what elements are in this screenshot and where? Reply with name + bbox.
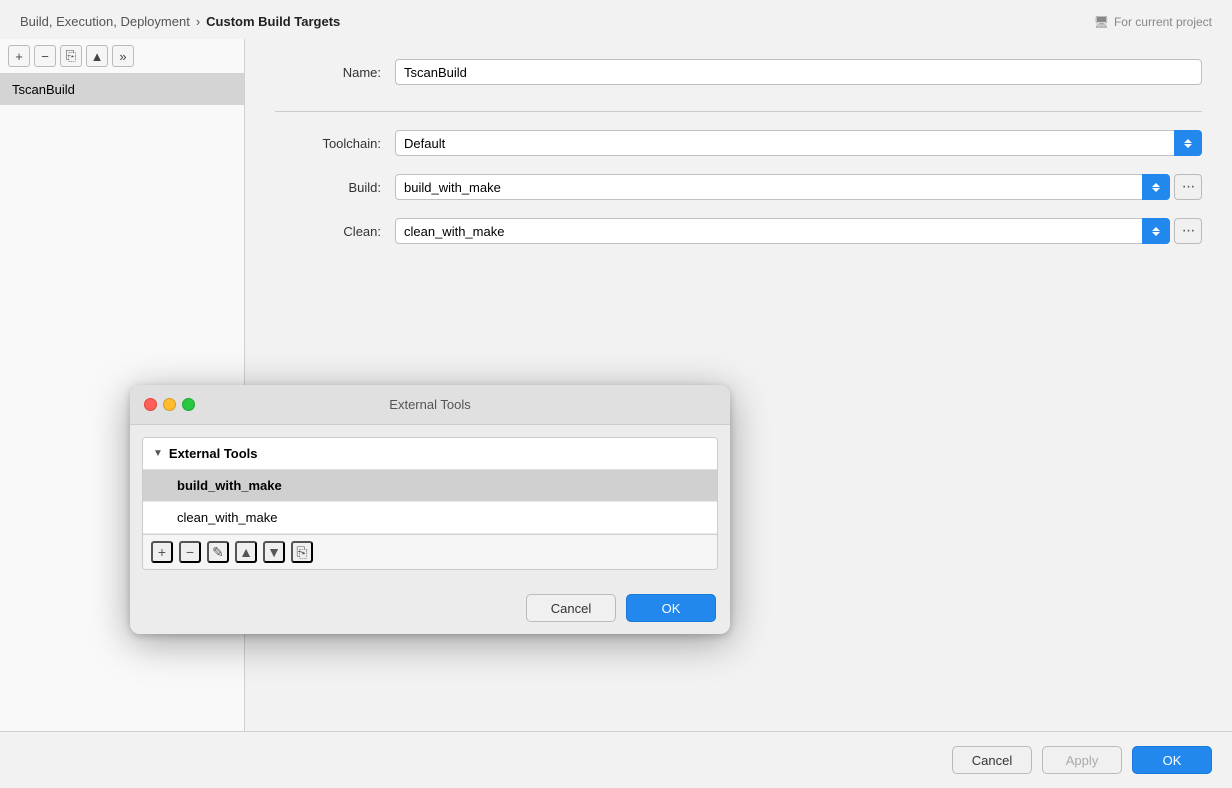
tree-root-label: External Tools xyxy=(169,446,258,461)
apply-button[interactable]: Apply xyxy=(1042,746,1122,774)
tree-toggle-icon[interactable]: ▼ xyxy=(153,448,163,459)
tree-item-clean-with-make[interactable]: clean_with_make xyxy=(143,502,717,534)
dialog-titlebar: External Tools xyxy=(130,385,730,425)
dialog-copy-button[interactable]: ⎘ xyxy=(291,541,313,563)
dialog-body: ▼ External Tools build_with_make clean_w… xyxy=(130,425,730,582)
for-current-project: 🖥 For current project xyxy=(1094,15,1212,29)
copy-button[interactable]: ⎘ xyxy=(60,45,82,67)
name-label: Name: xyxy=(275,65,395,80)
dialog-title: External Tools xyxy=(389,397,470,412)
dialog-inner-toolbar: + − ✎ ▲ ▼ ⎘ xyxy=(143,534,717,569)
build-more-button[interactable]: ··· xyxy=(1174,174,1202,200)
toolchain-row: Toolchain: Default xyxy=(275,130,1202,156)
sidebar-toolbar: + − ⎘ ▲ » xyxy=(0,39,244,74)
breadcrumb-separator: › xyxy=(196,14,200,29)
build-input-group: build_with_make ··· xyxy=(395,174,1202,200)
remove-button[interactable]: − xyxy=(34,45,56,67)
dialog-footer: Cancel OK xyxy=(130,582,730,634)
clean-select-wrapper: clean_with_make xyxy=(395,218,1170,244)
header: Build, Execution, Deployment › Custom Bu… xyxy=(0,0,1232,39)
breadcrumb-current: Custom Build Targets xyxy=(206,14,340,29)
up-button[interactable]: ▲ xyxy=(86,45,108,67)
tree-root-header: ▼ External Tools xyxy=(143,438,717,470)
external-tools-tree: ▼ External Tools build_with_make clean_w… xyxy=(142,437,718,570)
divider xyxy=(275,111,1202,112)
maximize-button[interactable] xyxy=(182,398,195,411)
toolchain-select[interactable]: Default xyxy=(395,130,1202,156)
clean-input-group: clean_with_make ··· xyxy=(395,218,1202,244)
dialog-remove-button[interactable]: − xyxy=(179,541,201,563)
project-icon: 🖥 xyxy=(1094,15,1109,29)
dialog-down-button[interactable]: ▼ xyxy=(263,541,285,563)
for-current-label: For current project xyxy=(1114,15,1212,29)
breadcrumb: Build, Execution, Deployment › Custom Bu… xyxy=(20,14,340,29)
name-input[interactable] xyxy=(395,59,1202,85)
toolchain-select-wrapper: Default xyxy=(395,130,1202,156)
more-button[interactable]: » xyxy=(112,45,134,67)
minimize-button[interactable] xyxy=(163,398,176,411)
dialog-edit-button[interactable]: ✎ xyxy=(207,541,229,563)
build-select[interactable]: build_with_make xyxy=(395,174,1170,200)
cancel-button[interactable]: Cancel xyxy=(952,746,1032,774)
clean-row: Clean: clean_with_make ··· xyxy=(275,218,1202,244)
toolchain-label: Toolchain: xyxy=(275,136,395,151)
tree-item-build-with-make[interactable]: build_with_make xyxy=(143,470,717,502)
name-row: Name: xyxy=(275,59,1202,85)
ok-button[interactable]: OK xyxy=(1132,746,1212,774)
dialog-up-button[interactable]: ▲ xyxy=(235,541,257,563)
dialog-add-button[interactable]: + xyxy=(151,541,173,563)
clean-more-button[interactable]: ··· xyxy=(1174,218,1202,244)
dialog-ok-button[interactable]: OK xyxy=(626,594,716,622)
sidebar-item-tscanbuild[interactable]: TscanBuild xyxy=(0,74,244,105)
close-button[interactable] xyxy=(144,398,157,411)
dialog-cancel-button[interactable]: Cancel xyxy=(526,594,616,622)
build-row: Build: build_with_make ··· xyxy=(275,174,1202,200)
breadcrumb-parent: Build, Execution, Deployment xyxy=(20,14,190,29)
traffic-lights xyxy=(144,398,195,411)
clean-select[interactable]: clean_with_make xyxy=(395,218,1170,244)
external-tools-dialog[interactable]: External Tools ▼ External Tools build_wi… xyxy=(130,385,730,634)
build-label: Build: xyxy=(275,180,395,195)
add-button[interactable]: + xyxy=(8,45,30,67)
footer: Cancel Apply OK xyxy=(0,731,1232,788)
clean-label: Clean: xyxy=(275,224,395,239)
build-select-wrapper: build_with_make xyxy=(395,174,1170,200)
